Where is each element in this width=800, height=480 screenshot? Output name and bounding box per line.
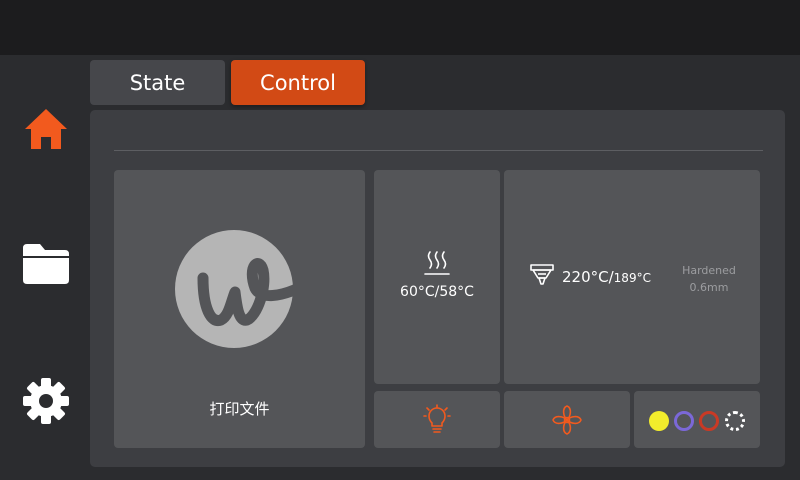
- fan-icon: [552, 404, 582, 435]
- brand-logo-icon: [175, 230, 293, 348]
- folder-icon: [23, 244, 69, 284]
- gear-icon: [23, 378, 69, 424]
- filament-slots-tile[interactable]: [634, 391, 760, 448]
- fan-toggle-button[interactable]: [504, 391, 630, 448]
- nozzle-current-temp: 220°C/: [562, 268, 614, 286]
- nozzle-icon: [530, 264, 554, 285]
- divider: [114, 150, 763, 151]
- print-file-label: 打印文件: [209, 400, 270, 418]
- tab-control[interactable]: Control: [231, 60, 365, 105]
- filament-slot-3[interactable]: [699, 411, 719, 431]
- sidebar-item-settings[interactable]: [20, 375, 72, 427]
- nozzle-tile[interactable]: 220°C/189°C Hardened 0.6mm: [504, 170, 760, 384]
- nozzle-type-material: Hardened: [682, 264, 736, 277]
- sidebar: [0, 55, 90, 480]
- home-icon: [25, 109, 67, 149]
- nozzle-type: Hardened 0.6mm: [674, 262, 744, 296]
- nozzle-type-size: 0.6mm: [689, 281, 729, 294]
- light-bulb-icon: [423, 403, 451, 433]
- nozzle-target-temp: 189°C: [613, 271, 651, 285]
- filament-slot-4[interactable]: [725, 411, 745, 431]
- tab-state-label: State: [129, 70, 186, 95]
- light-toggle-button[interactable]: [374, 391, 500, 448]
- sidebar-item-files[interactable]: [20, 238, 72, 290]
- sidebar-item-home[interactable]: [20, 103, 72, 155]
- print-file-tile[interactable]: 打印文件: [114, 170, 365, 448]
- tab-state[interactable]: State: [90, 60, 225, 105]
- control-panel: 打印文件 60°C/58°C 220°C/189°C Hardened 0.6m…: [90, 110, 785, 467]
- tab-control-label: Control: [260, 70, 336, 95]
- nozzle-temperature: 220°C/189°C: [562, 268, 651, 286]
- heated-bed-icon: [424, 251, 450, 275]
- filament-slot-1[interactable]: [649, 411, 669, 431]
- top-status-bar: [0, 0, 800, 55]
- filament-slot-2[interactable]: [674, 411, 694, 431]
- heated-bed-tile[interactable]: 60°C/58°C: [374, 170, 500, 384]
- bed-temperature: 60°C/58°C: [400, 284, 474, 300]
